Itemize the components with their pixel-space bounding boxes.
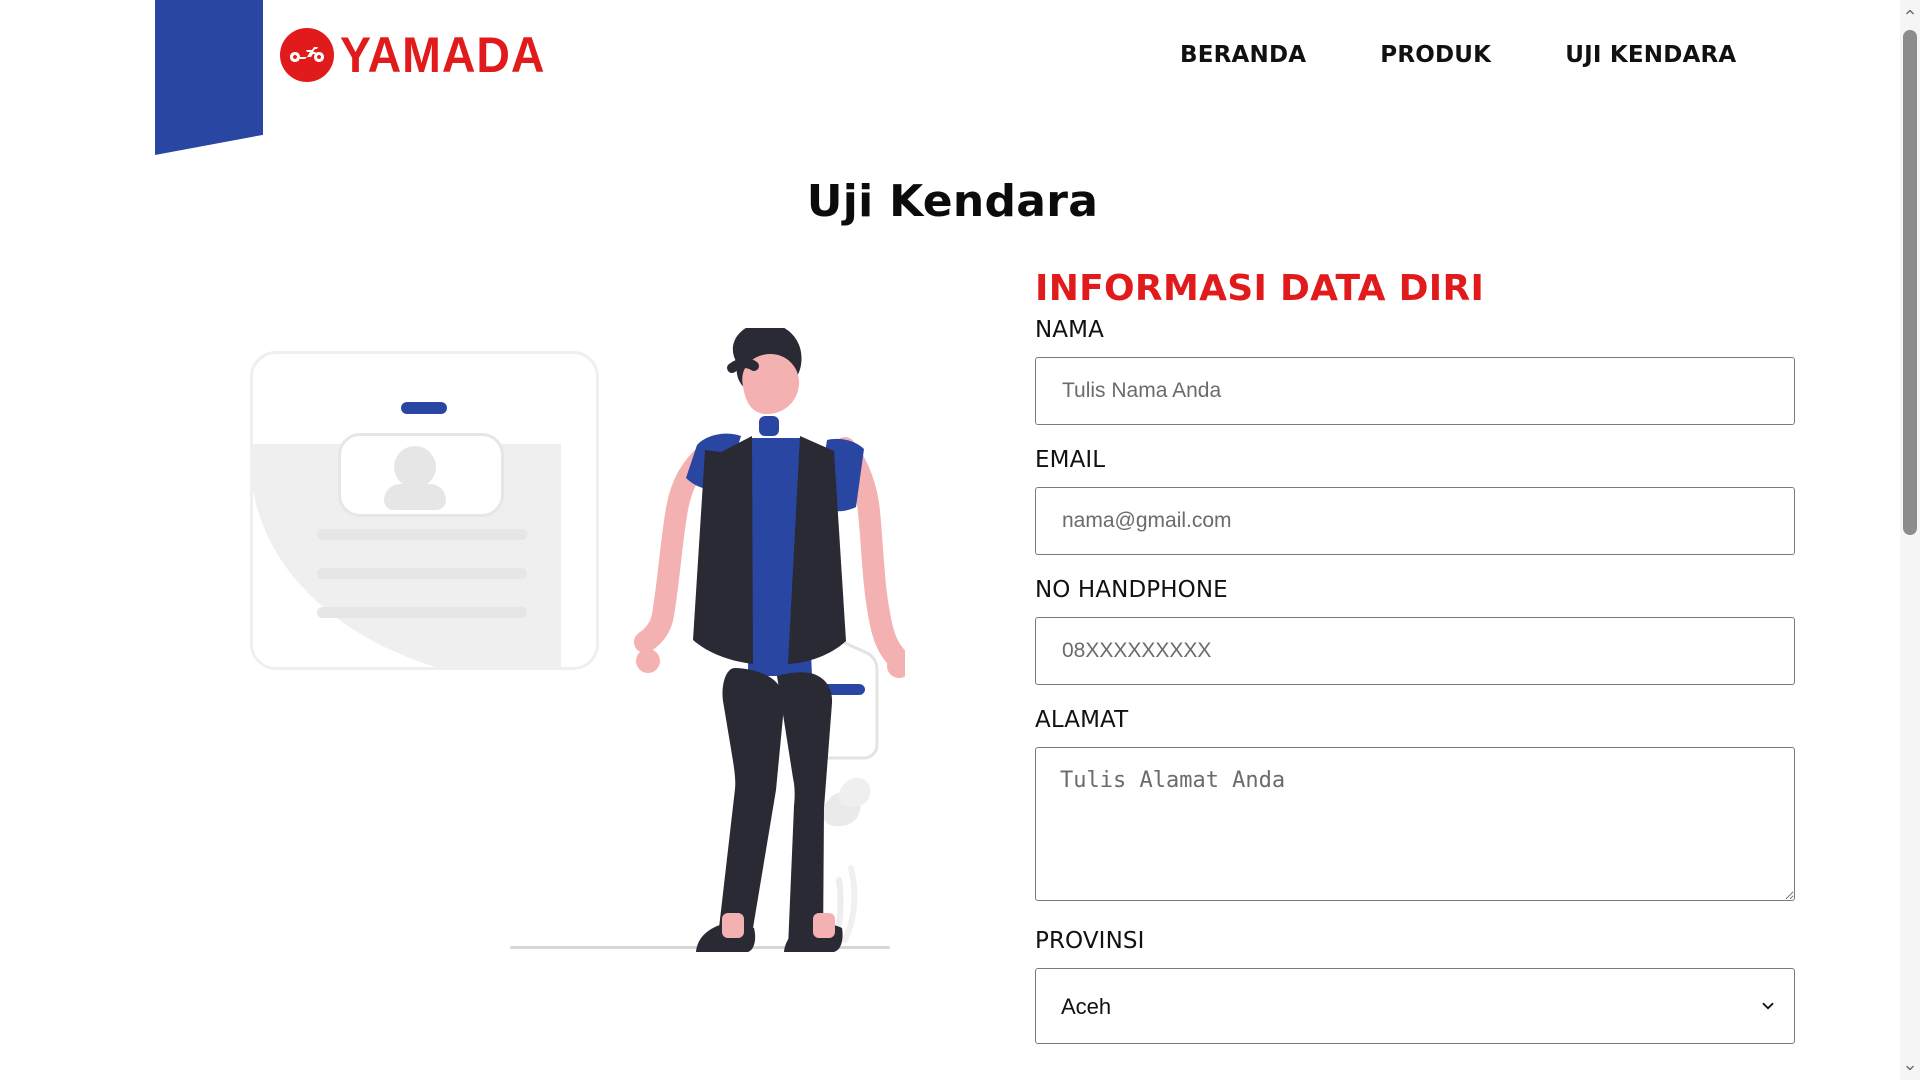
person-illustration: [634, 328, 905, 952]
motorcycle-icon: [280, 28, 334, 82]
label-nama: NAMA: [1035, 317, 1104, 343]
card-avatar-head: [394, 446, 436, 488]
select-provinsi-wrap: Aceh: [1035, 968, 1795, 1044]
field-email: EMAIL: [1035, 447, 1795, 555]
nav-produk[interactable]: PRODUK: [1380, 40, 1491, 70]
input-nama[interactable]: [1035, 357, 1795, 425]
section-title: INFORMASI DATA DIRI: [1035, 268, 1485, 309]
logo-text: YAMADA: [340, 27, 546, 83]
nav-uji-kendara[interactable]: UJI KENDARA: [1565, 40, 1736, 70]
logo[interactable]: YAMADA: [280, 25, 561, 85]
card-avatar-body: [384, 484, 446, 510]
field-alamat: ALAMAT: [1035, 707, 1795, 906]
label-email: EMAIL: [1035, 447, 1106, 473]
scroll-thumb[interactable]: [1903, 30, 1917, 535]
card-accent: [401, 402, 447, 414]
illustration: [245, 318, 905, 958]
card-line: [317, 607, 527, 618]
field-phone: NO HANDPHONE: [1035, 577, 1795, 685]
input-email[interactable]: [1035, 487, 1795, 555]
page-title: Uji Kendara: [806, 176, 1099, 227]
input-phone[interactable]: [1035, 617, 1795, 685]
field-provinsi: PROVINSI Aceh: [1035, 928, 1795, 1044]
scrollbar[interactable]: [1900, 0, 1920, 1080]
textarea-alamat[interactable]: [1035, 747, 1795, 901]
card-line: [317, 529, 527, 540]
label-provinsi: PROVINSI: [1035, 928, 1145, 954]
select-provinsi[interactable]: Aceh: [1035, 968, 1795, 1044]
field-nama: NAMA: [1035, 317, 1795, 425]
label-phone: NO HANDPHONE: [1035, 577, 1228, 603]
brand-block: [155, 0, 263, 155]
page: YAMADA BERANDA PRODUK UJI KENDARA Uji Ke…: [0, 0, 1920, 1080]
card-line: [317, 568, 527, 579]
chevron-up-icon[interactable]: [1904, 6, 1916, 18]
chevron-down-icon[interactable]: [1904, 1062, 1916, 1074]
personal-info-form: INFORMASI DATA DIRI NAMA EMAIL NO HANDPH…: [1035, 268, 1795, 1066]
label-alamat: ALAMAT: [1035, 707, 1129, 733]
nav-beranda[interactable]: BERANDA: [1180, 40, 1306, 70]
top-nav: BERANDA PRODUK UJI KENDARA: [1180, 40, 1736, 70]
